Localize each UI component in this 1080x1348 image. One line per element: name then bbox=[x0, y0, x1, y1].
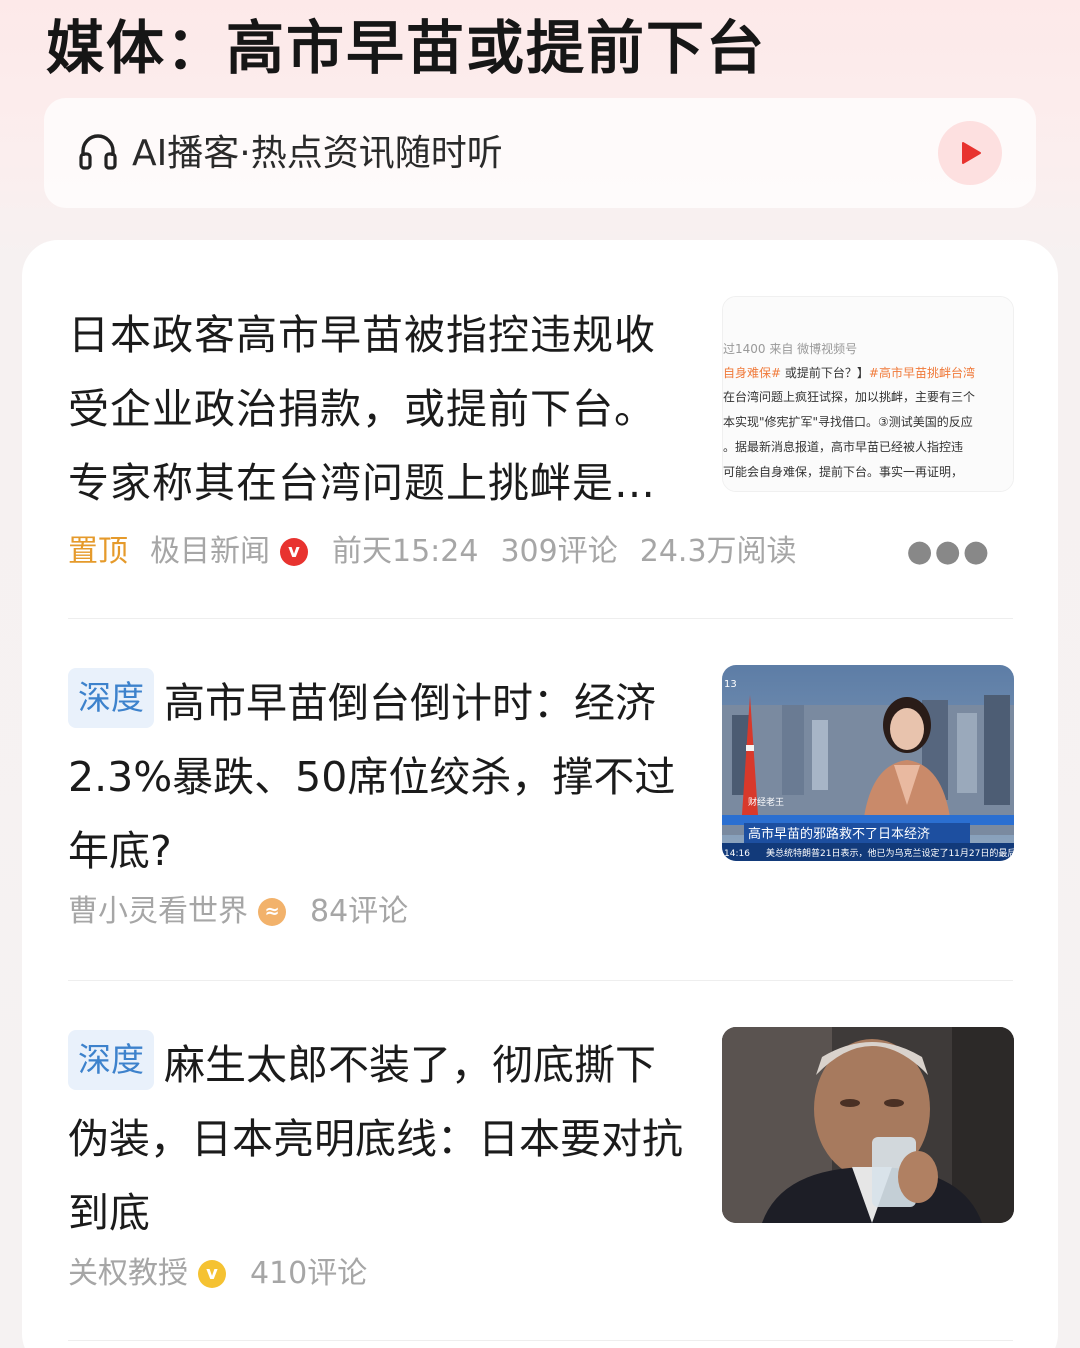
news-meta: 关权教授 v 410评论 bbox=[68, 1254, 389, 1294]
svg-text:13: 13 bbox=[724, 679, 737, 690]
news-meta: 曹小灵看世界 ≈ 84评论 bbox=[68, 892, 430, 932]
svg-text:财经老王: 财经老王 bbox=[748, 796, 784, 808]
more-icon[interactable]: ●●● bbox=[906, 532, 991, 572]
video-caption: 高市早苗的邪路救不了日本经济 bbox=[748, 826, 930, 842]
news-thumbnail[interactable] bbox=[722, 1027, 1014, 1223]
list-item[interactable]: 日本政客高市早苗被指控违规收受企业政治捐款，或提前下台。专家称其在台湾问题上挑衅… bbox=[68, 288, 1014, 578]
news-title[interactable]: 日本政客高市早苗被指控违规收受企业政治捐款，或提前下台。专家称其在台湾问题上挑衅… bbox=[68, 298, 693, 520]
depth-tag: 深度 bbox=[68, 1030, 154, 1090]
news-title[interactable]: 深度 高市早苗倒台倒计时：经济2.3%暴跌、50席位绞杀，撑不过年底? bbox=[68, 666, 693, 888]
list-item[interactable]: 深度 高市早苗倒台倒计时：经济2.3%暴跌、50席位绞杀，撑不过年底? 财经老王… bbox=[68, 660, 1014, 950]
depth-tag: 深度 bbox=[68, 668, 154, 728]
divider bbox=[68, 1340, 1013, 1341]
svg-text:。据最新消息报道，高市早苗已经被人指控违: 。据最新消息报道，高市早苗已经被人指控违 bbox=[723, 439, 963, 454]
news-thumbnail[interactable]: 财经老王 高市早苗的邪路救不了日本经济 14:16 美总统特朗普21日表示，他已… bbox=[722, 665, 1014, 861]
news-title-text: 高市早苗倒台倒计时：经济2.3%暴跌、50席位绞杀，撑不过年底? bbox=[68, 679, 676, 875]
verified-yellow-icon: v bbox=[198, 1260, 226, 1288]
source-name[interactable]: 极目新闻 bbox=[150, 532, 270, 572]
pinned-label: 置顶 bbox=[68, 534, 128, 569]
play-icon bbox=[962, 142, 981, 164]
comment-count: 309评论 bbox=[500, 534, 618, 569]
verified-orange-icon: ≈ bbox=[258, 898, 286, 926]
svg-text:本实现"修宪扩军"寻找借口。③测试美国的反应: 本实现"修宪扩军"寻找借口。③测试美国的反应 bbox=[723, 414, 973, 429]
news-title-text: 麻生太郎不装了，彻底撕下伪装，日本亮明底线：日本要对抗到底 bbox=[68, 1041, 683, 1237]
weibo-screenshot-thumbnail: 过1400 来自 微博视频号 自身难保# 或提前下台？】#高市早苗挑衅台湾 在台… bbox=[723, 297, 1013, 491]
portrait-photo-thumbnail bbox=[722, 1027, 1014, 1223]
comment-count: 84评论 bbox=[310, 894, 409, 929]
news-meta: 置顶 极目新闻 v 前天15:24 309评论 24.3万阅读 ●●● bbox=[68, 532, 1013, 572]
svg-text:在台湾问题上疯狂试探，加以挑衅，主要有三个: 在台湾问题上疯狂试探，加以挑衅，主要有三个 bbox=[723, 389, 975, 404]
thumb-text: 过1400 来自 微博视频号 bbox=[723, 341, 857, 356]
news-title[interactable]: 深度 麻生太郎不装了，彻底撕下伪装，日本亮明底线：日本要对抗到底 bbox=[68, 1028, 693, 1250]
read-count: 24.3万阅读 bbox=[639, 534, 797, 569]
verified-red-icon: v bbox=[280, 538, 308, 566]
source-name[interactable]: 关权教授 bbox=[68, 1254, 188, 1294]
svg-text:14:16: 14:16 bbox=[724, 849, 750, 859]
list-item[interactable]: 深度 麻生太郎不装了，彻底撕下伪装，日本亮明底线：日本要对抗到底 关权教授 v 4… bbox=[68, 1024, 1014, 1314]
divider bbox=[68, 980, 1013, 981]
svg-text:自身难保# 或提前下台？】#高市早苗挑衅台湾: 自身难保# 或提前下台？】#高市早苗挑衅台湾 bbox=[723, 365, 975, 380]
news-feed: 日本政客高市早苗被指控违规收受企业政治捐款，或提前下台。专家称其在台湾问题上挑衅… bbox=[22, 240, 1058, 1348]
svg-text:可能会自身难保，提前下台。事实一再证明，: 可能会自身难保，提前下台。事实一再证明， bbox=[723, 464, 963, 479]
comment-count: 410评论 bbox=[250, 1256, 368, 1291]
divider bbox=[68, 618, 1013, 619]
svg-text:美总统特朗普21日表示，他已为乌克兰设定了11月27日的最后: 美总统特朗普21日表示，他已为乌克兰设定了11月27日的最后 bbox=[766, 847, 1014, 859]
publish-time: 前天15:24 bbox=[332, 534, 479, 569]
news-anchor-video-thumbnail: 财经老王 高市早苗的邪路救不了日本经济 14:16 美总统特朗普21日表示，他已… bbox=[722, 665, 1014, 861]
source-name[interactable]: 曹小灵看世界 bbox=[68, 892, 248, 932]
headphone-icon bbox=[79, 134, 117, 170]
play-button[interactable] bbox=[938, 121, 1002, 185]
podcast-label: AI播客·热点资讯随时听 bbox=[132, 133, 503, 174]
news-thumbnail[interactable]: 过1400 来自 微博视频号 自身难保# 或提前下台？】#高市早苗挑衅台湾 在台… bbox=[722, 296, 1014, 492]
page-title: 媒体：高市早苗或提前下台 bbox=[46, 14, 767, 82]
